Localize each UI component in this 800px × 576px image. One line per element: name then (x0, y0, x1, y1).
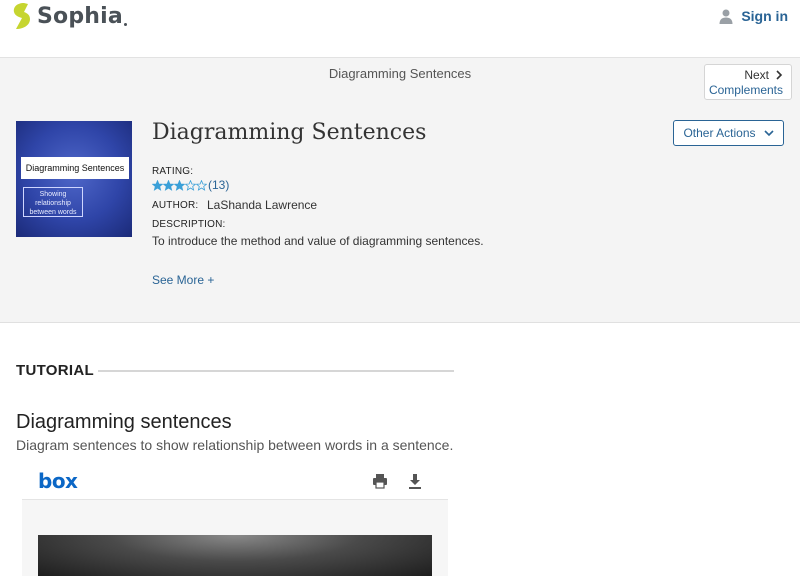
slide-preview[interactable] (38, 535, 432, 576)
thumbnail-subtitle: Showing relationship between words (23, 187, 83, 217)
star-empty-icon (185, 179, 196, 191)
other-actions-button[interactable]: Other Actions (673, 120, 784, 146)
rating-stars[interactable]: (13) (152, 178, 229, 192)
star-row (152, 179, 207, 191)
next-button[interactable]: Next Complements (704, 64, 792, 100)
other-actions-label: Other Actions (683, 126, 756, 140)
chevron-down-icon (763, 129, 774, 136)
viewer-toolbar: box (22, 463, 448, 500)
breadcrumb-band: Diagramming Sentences (0, 58, 800, 100)
tutorial-section-label: TUTORIAL (16, 362, 94, 379)
brand-dot (123, 22, 127, 26)
description-label: DESCRIPTION: (152, 219, 226, 230)
tutorial-heading: Diagramming sentences (16, 411, 232, 433)
section-divider (98, 370, 454, 372)
sign-in-link[interactable]: Sign in (719, 8, 788, 24)
next-target-label: Complements (708, 83, 783, 97)
thumbnail-title: Diagramming Sentences (21, 157, 129, 179)
description-text: To introduce the method and value of dia… (152, 234, 484, 248)
sign-in-label: Sign in (741, 8, 788, 24)
sophia-logo-icon (13, 3, 30, 29)
user-icon (719, 9, 733, 24)
chevron-right-icon (776, 70, 783, 80)
box-logo[interactable]: box (38, 469, 78, 493)
star-empty-icon (196, 179, 207, 191)
tutorial-description: Diagram sentences to show relationship b… (16, 437, 454, 453)
resource-title: Diagramming Sentences (152, 120, 427, 145)
next-label: Next (744, 68, 769, 82)
resource-thumbnail[interactable]: Diagramming Sentences Showing relationsh… (16, 121, 132, 237)
download-icon[interactable] (408, 473, 422, 489)
author-name[interactable]: LaShanda Lawrence (207, 198, 317, 212)
rating-label: RATING: (152, 166, 194, 177)
star-filled-icon (174, 179, 185, 191)
print-icon[interactable] (372, 473, 388, 489)
rating-count[interactable]: (13) (208, 178, 229, 192)
box-document-viewer[interactable]: box (22, 463, 448, 576)
site-header: Sophia Sign in (0, 0, 800, 58)
author-label: AUTHOR: (152, 200, 199, 211)
star-filled-icon (163, 179, 174, 191)
sophia-logo[interactable]: Sophia (10, 2, 127, 30)
see-more-link[interactable]: See More + (152, 273, 214, 287)
star-filled-icon (152, 179, 163, 191)
breadcrumb-title: Diagramming Sentences (328, 66, 472, 81)
brand-name: Sophia (37, 3, 123, 29)
